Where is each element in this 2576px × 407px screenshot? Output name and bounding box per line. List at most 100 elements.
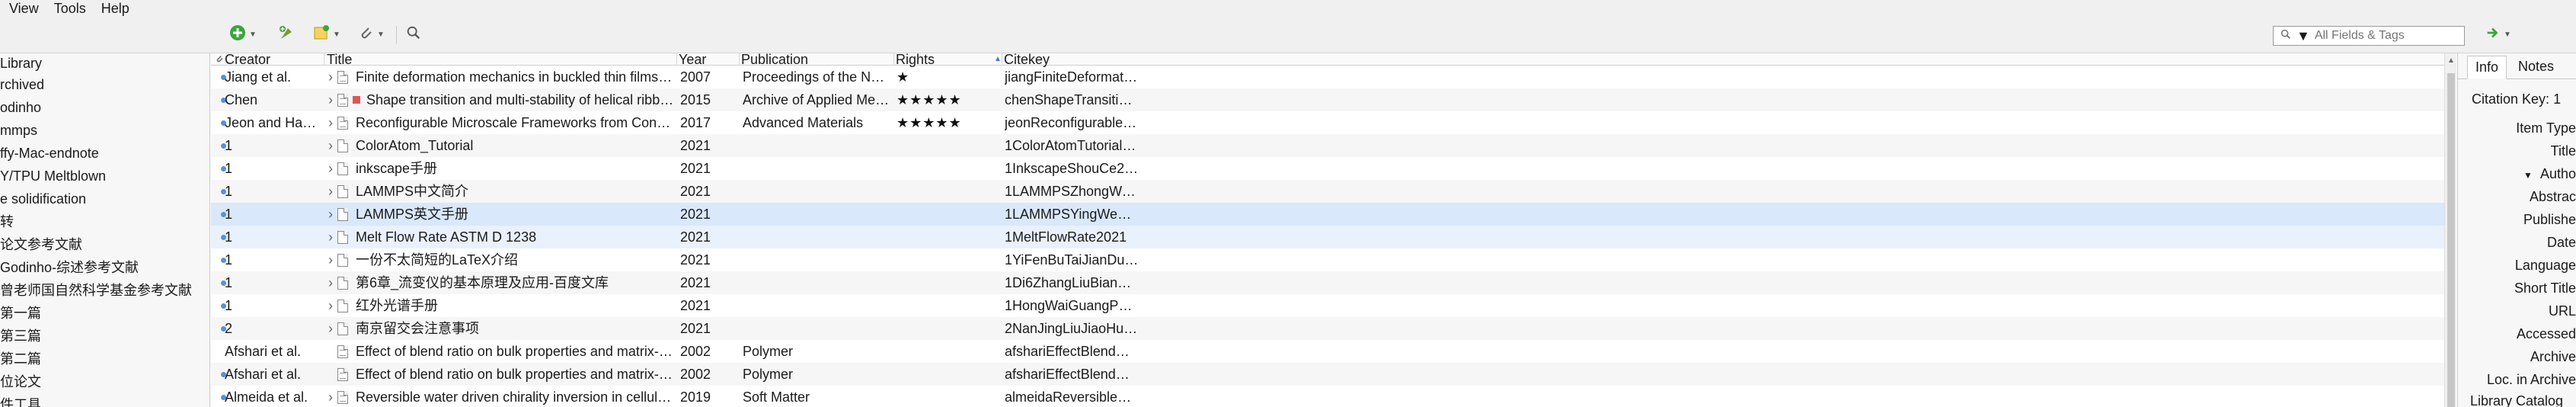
chevron-down-icon: ▼ (249, 30, 257, 39)
locate-button[interactable] (405, 24, 422, 44)
table-row[interactable]: Jeon and Hayward › Reconfigurable Micros… (211, 111, 2444, 134)
collection-item[interactable]: Library (0, 53, 209, 73)
collection-item[interactable]: 转 (0, 210, 209, 233)
table-row[interactable]: 1 › inkscape手册 2021 1InkscapeShouCe2021 (211, 157, 2444, 180)
table-row[interactable]: 1 › ColorAtom_Tutorial 2021 1ColorAtomTu… (211, 134, 2444, 157)
search-input[interactable] (2314, 29, 2452, 43)
table-row[interactable]: 1 › 红外光谱手册 2021 1HongWaiGuangPuShouCe202… (211, 294, 2444, 317)
go-forward-button[interactable]: ▼ (2485, 24, 2511, 44)
locate-icon (405, 24, 422, 45)
table-row[interactable]: 1 › 一份不太简短的LaTeX介绍 2021 1YiFenBuTaiJianD… (211, 248, 2444, 271)
cell-year: 2017 (680, 115, 711, 130)
attachment-column-icon[interactable] (214, 53, 225, 66)
chevron-down-icon: ▼ (333, 30, 340, 39)
add-by-identifier-button[interactable] (277, 24, 296, 44)
cell-year: 2021 (680, 321, 711, 336)
collection-item[interactable]: mmps (0, 119, 209, 142)
cell-year: 2021 (680, 184, 711, 199)
triangle-down-icon[interactable]: ▼ (2523, 170, 2533, 181)
table-row[interactable]: Almeida et al. › Reversible water driven… (211, 386, 2444, 407)
table-row[interactable]: 2 › 南京留交会注意事项 2021 2NanJingLiuJiaoHuiZhu… (211, 317, 2444, 340)
add-attachment-button[interactable]: ▼ (356, 24, 385, 44)
collection-item[interactable]: 第二篇 (0, 348, 209, 370)
toolbar-divider (396, 26, 397, 44)
collection-item[interactable]: 曾老师国自然科学基金参考文献 (0, 279, 209, 302)
citation-key-value[interactable]: 1 (2553, 91, 2561, 107)
cell-year: 2007 (680, 69, 711, 85)
collection-item[interactable]: Godinho-综述参考文献 (0, 256, 209, 279)
table-row[interactable]: Afshari et al. Effect of blend ratio on … (211, 363, 2444, 386)
field-short-title: Short Title (2514, 280, 2576, 296)
column-divider[interactable] (739, 53, 740, 66)
cell-title: Effect of blend ratio on bulk properties… (356, 367, 676, 382)
chevron-down-icon: ▼ (2296, 27, 2310, 43)
document-icon (337, 185, 348, 198)
table-row[interactable]: 1 › 第6章_流变仪的基本原理及应用-百度文库 2021 1Di6ZhangL… (211, 271, 2444, 294)
collection-item[interactable]: odinho (0, 96, 209, 119)
collection-item[interactable]: Y/TPU Meltblown (0, 165, 209, 187)
sort-ascending-icon: ▲ (994, 55, 1002, 63)
table-row[interactable]: 1 › Melt Flow Rate ASTM D 1238 2021 1Mel… (211, 226, 2444, 248)
field-publisher: Publishe (2523, 212, 2576, 227)
cell-citekey: almeidaReversibleWaterDriven2019 (1005, 389, 1139, 405)
cell-creator: 1 (225, 298, 233, 313)
cell-rights: ★★★★★ (896, 92, 962, 107)
new-note-button[interactable]: ▼ (312, 24, 340, 44)
scroll-up-icon[interactable]: ▲ (2447, 56, 2455, 65)
collection-item[interactable]: rchived (0, 73, 209, 96)
document-icon (337, 322, 348, 335)
menu-help[interactable]: Help (94, 1, 137, 16)
field-item-type: Item Type (2516, 120, 2576, 136)
table-row[interactable]: Jiang et al. › Finite deformation mechan… (211, 66, 2444, 88)
item-pane-tabs: Info Notes (2458, 53, 2576, 79)
field-author[interactable]: ▼ Autho (2523, 166, 2576, 182)
cell-year: 2021 (680, 298, 711, 313)
column-header-publication[interactable]: Publication (741, 53, 808, 66)
cell-publication: Archive of Applied Mechanics (743, 92, 892, 107)
document-icon (337, 208, 348, 221)
go-forward-icon (2485, 24, 2501, 45)
table-row-selected[interactable]: 1 › LAMMPS英文手册 2021 1LAMMPSYingWenShouCe… (211, 203, 2444, 226)
table-row[interactable]: Chen › Shape transition and multi-stabil… (211, 88, 2444, 111)
new-item-button[interactable]: ▼ (229, 24, 257, 44)
collection-item[interactable]: 第三篇 (0, 325, 209, 348)
column-header-citekey[interactable]: Citekey (1004, 53, 1050, 66)
column-divider[interactable] (893, 53, 894, 66)
cell-citekey: 1YiFenBuTaiJianDuanDeLaTeXJieShao20... (1005, 252, 1139, 268)
document-icon (337, 162, 348, 175)
collection-item[interactable]: 位论文 (0, 370, 209, 393)
column-header-rights[interactable]: Rights (896, 53, 935, 66)
column-header-creator[interactable]: Creator (225, 53, 270, 66)
column-header-title[interactable]: Title (327, 53, 352, 66)
collection-item[interactable]: 论文参考文献 (0, 233, 209, 256)
search-box[interactable]: ▼ (2273, 26, 2465, 46)
collection-item[interactable]: 件工具 (0, 393, 209, 407)
column-divider[interactable] (676, 53, 677, 66)
menu-view[interactable]: View (0, 1, 46, 16)
cell-title: Effect of blend ratio on bulk properties… (356, 344, 676, 359)
cell-citekey: 1LAMMPSYingWenShouCe2021 (1005, 207, 1139, 222)
field-abstract: Abstrac (2529, 189, 2576, 204)
tab-notes[interactable]: Notes (2510, 55, 2562, 79)
cell-year: 2021 (680, 275, 711, 290)
journal-article-icon (337, 71, 348, 84)
items-scrollbar[interactable]: ▲ (2444, 53, 2456, 407)
collection-item[interactable]: e solidification (0, 187, 209, 210)
cell-title: LAMMPS中文简介 (356, 184, 469, 199)
scrollbar-thumb[interactable] (2447, 73, 2455, 407)
table-row[interactable]: 1 › LAMMPS中文简介 2021 1LAMMPSZhongWenJianJ… (211, 180, 2444, 203)
cell-creator: Almeida et al. (225, 389, 308, 405)
collection-item[interactable]: ffy-Mac-endnote (0, 142, 209, 165)
tab-info[interactable]: Info (2467, 56, 2507, 79)
field-author-label: Autho (2539, 166, 2576, 181)
cell-publication: Polymer (743, 344, 794, 359)
cell-creator: Jiang et al. (225, 69, 292, 85)
cell-year: 2021 (680, 138, 711, 153)
cell-title: LAMMPS英文手册 (356, 207, 469, 222)
collection-item[interactable]: 第一篇 (0, 302, 209, 325)
column-header-year[interactable]: Year (679, 53, 706, 66)
table-row[interactable]: Afshari et al. Effect of blend ratio on … (211, 340, 2444, 363)
cell-citekey: afshariEffectBlendRatio2002 (1005, 367, 1139, 382)
chevron-down-icon: ▼ (2504, 30, 2511, 39)
menu-tools[interactable]: Tools (46, 1, 94, 16)
